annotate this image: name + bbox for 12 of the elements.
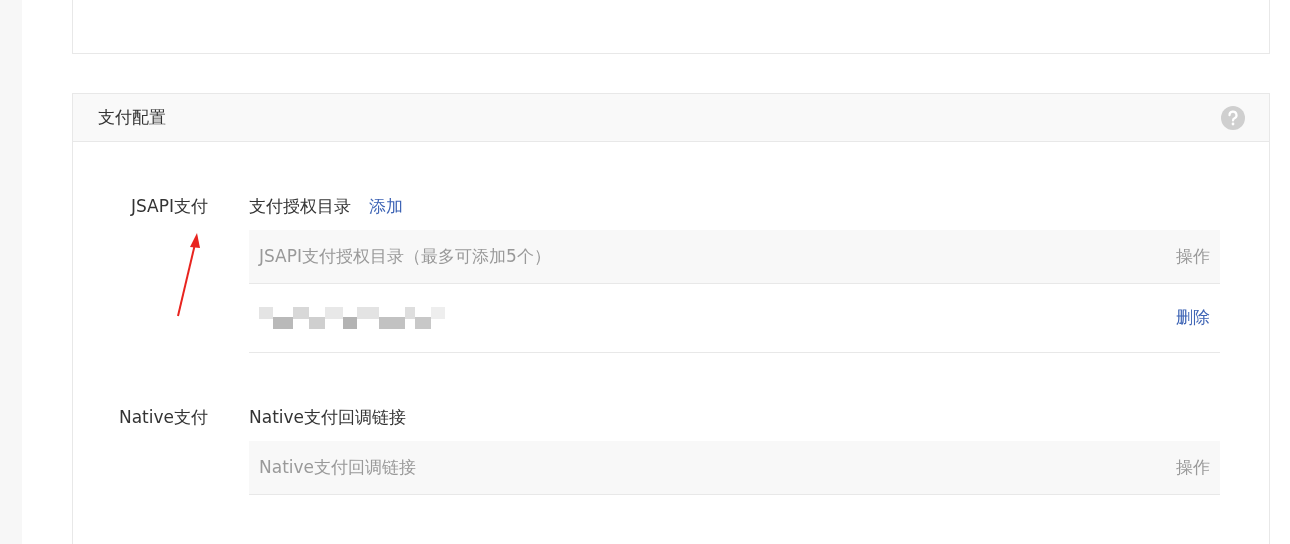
section-label: JSAPI支付 [131, 196, 208, 216]
section-label: Native支付 [118, 407, 208, 427]
column-header: JSAPI支付授权目录（最多可添加5个） [259, 244, 551, 268]
panel-title: 支付配置 [98, 105, 166, 129]
section-title: Native支付回调链接 [249, 406, 407, 429]
column-header: 操作 [1176, 244, 1210, 268]
add-link[interactable]: 添加 [369, 194, 403, 218]
section-title: 支付授权目录 [249, 195, 351, 218]
delete-link[interactable]: 删除 [1176, 305, 1210, 331]
column-header: 操作 [1176, 455, 1210, 479]
column-header: Native支付回调链接 [259, 455, 417, 479]
help-icon[interactable] [1221, 105, 1245, 130]
